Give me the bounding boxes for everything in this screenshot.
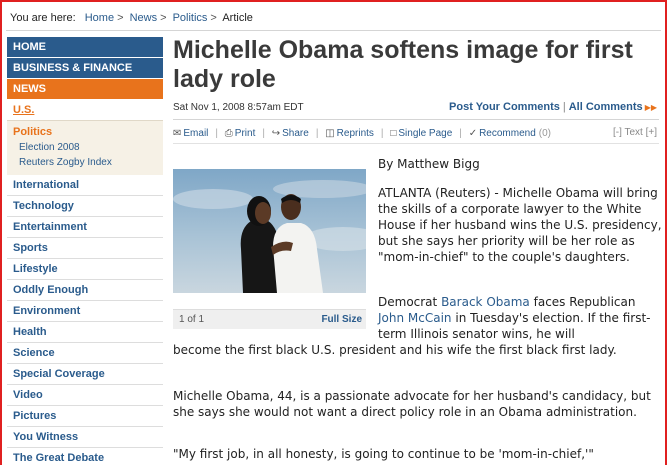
nav-technology[interactable]: Technology (7, 196, 163, 217)
nav-oddly-enough[interactable]: Oddly Enough (7, 280, 163, 301)
recommend-icon: ✓ (468, 128, 478, 139)
text-size-control[interactable]: [-] Text [+] (613, 127, 657, 138)
nav-election-2008[interactable]: Election 2008 (7, 140, 163, 155)
toolbar-divider (173, 143, 659, 144)
nav-news[interactable]: NEWS (7, 79, 163, 99)
left-nav: HOME BUSINESS & FINANCE NEWS U.S. Politi… (7, 37, 163, 465)
page-frame: You are here: Home > News > Politics > Arti… (0, 0, 667, 465)
article-byline: By Matthew Bigg (378, 157, 480, 171)
article-dateline: Sat Nov 1, 2008 8:57am EDT (173, 102, 304, 113)
double-arrow-icon: ▶▶ (644, 103, 657, 112)
article-headline: Michelle Obama softens image for first l… (173, 36, 633, 93)
article-paragraph-2-bottom: become the first black U.S. president an… (173, 343, 617, 357)
breadcrumb-current: Article (222, 12, 253, 24)
nav-lifestyle[interactable]: Lifestyle (7, 259, 163, 280)
single-page-link[interactable]: Single Page (398, 128, 452, 139)
paragraph-text: faces Republican (533, 295, 636, 309)
breadcrumb: You are here: Home > News > Politics > Arti… (10, 12, 253, 24)
nav-you-witness[interactable]: You Witness (7, 427, 163, 448)
share-link[interactable]: Share (282, 128, 309, 139)
article-paragraph-3: Michelle Obama, 44, is a passionate advo… (173, 389, 651, 419)
paragraph-text: Democrat (378, 295, 438, 309)
photo-counter: 1 of 1 (179, 314, 205, 325)
breadcrumb-news[interactable]: News (130, 12, 158, 24)
email-link[interactable]: Email (183, 128, 208, 139)
breadcrumb-politics[interactable]: Politics (173, 12, 208, 24)
reprints-link[interactable]: Reprints (337, 128, 374, 139)
breadcrumb-home[interactable]: Home (85, 12, 114, 24)
header-divider (173, 119, 659, 120)
article-paragraph-1: ATLANTA (Reuters) - Michelle Obama will … (378, 186, 662, 264)
breadcrumb-divider (6, 30, 661, 31)
post-comments-link[interactable]: Post Your Comments (449, 101, 560, 113)
full-size-link[interactable]: Full Size (321, 310, 362, 330)
nav-video[interactable]: Video (7, 385, 163, 406)
article-photo[interactable] (173, 169, 366, 293)
nav-pictures[interactable]: Pictures (7, 406, 163, 427)
recommend-link[interactable]: Recommend (479, 128, 536, 139)
single-page-icon: □ (390, 128, 397, 139)
email-icon: ✉ (173, 128, 182, 139)
print-link[interactable]: Print (235, 128, 256, 139)
photo-image (173, 169, 366, 293)
nav-health[interactable]: Health (7, 322, 163, 343)
nav-international[interactable]: International (7, 175, 163, 196)
print-icon: ⎙ (224, 128, 233, 139)
reprints-icon: ◫ (325, 128, 335, 139)
john-mccain-link[interactable]: John McCain (378, 311, 452, 325)
article-toolbar: ✉ Email | ⎙ Print | ↪ Share | ◫ Reprints | □ Sing… (173, 128, 552, 139)
nav-science[interactable]: Science (7, 343, 163, 364)
nav-home[interactable]: HOME (7, 37, 163, 57)
article-paragraph-4: "My first job, in all honesty, is going … (173, 447, 594, 461)
nav-environment[interactable]: Environment (7, 301, 163, 322)
share-icon: ↪ (271, 128, 281, 139)
nav-special-coverage[interactable]: Special Coverage (7, 364, 163, 385)
all-comments-link[interactable]: All Comments (569, 101, 643, 113)
nav-reuters-zogby-index[interactable]: Reuters Zogby Index (7, 155, 163, 170)
recommend-count: (0) (538, 128, 552, 139)
nav-sports[interactable]: Sports (7, 238, 163, 259)
nav-the-great-debate[interactable]: The Great Debate (7, 448, 163, 465)
nav-us[interactable]: U.S. (7, 100, 163, 120)
breadcrumb-label: You are here: (10, 12, 76, 24)
comment-links: Post Your Comments | All Comments ▶▶ (449, 101, 657, 113)
barack-obama-link[interactable]: Barack Obama (441, 295, 530, 309)
nav-business-finance[interactable]: BUSINESS & FINANCE (7, 58, 163, 78)
photo-caption-bar: 1 of 1 Full Size (173, 309, 366, 329)
nav-politics[interactable]: Politics (7, 124, 163, 140)
nav-politics-group: Politics Election 2008 Reuters Zogby Ind… (7, 120, 163, 175)
nav-entertainment[interactable]: Entertainment (7, 217, 163, 238)
article-paragraph-2-top: Democrat Barack Obama faces Republican J… (378, 294, 663, 342)
